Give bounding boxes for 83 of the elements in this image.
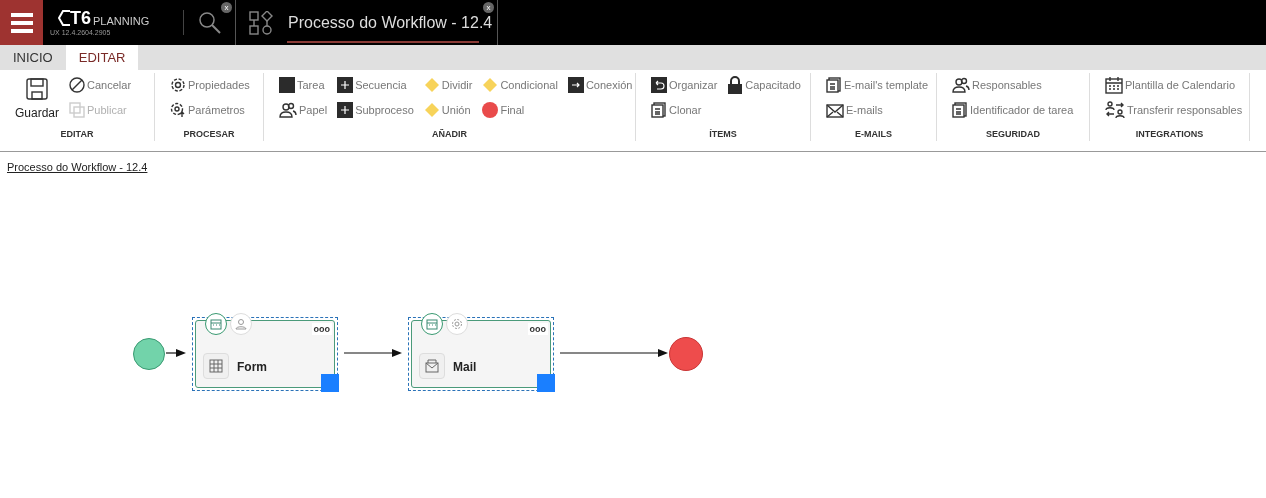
document-icon [952, 102, 968, 118]
save-icon [25, 77, 49, 101]
logo-icon [58, 9, 72, 27]
close-button[interactable]: x [221, 2, 232, 13]
gear-icon [170, 102, 186, 118]
group-label: ÍTEMS [708, 127, 738, 141]
breadcrumb-link[interactable]: Processo do Workflow - 12.4 [7, 159, 148, 176]
save-button[interactable]: Guardar [15, 77, 60, 122]
ribbon-button[interactable]: Plantilla de Calendario [1105, 75, 1243, 95]
person-icon [235, 318, 247, 330]
envelope-icon [425, 359, 439, 373]
gear-badge[interactable] [446, 313, 468, 335]
resize-handle[interactable] [537, 374, 555, 392]
document-icon [651, 102, 667, 118]
ribbon-button[interactable]: Subproceso [337, 100, 414, 120]
ribbon-button[interactable]: Transferir responsables [1105, 100, 1243, 120]
calendar-icon [1105, 76, 1123, 94]
document-tab[interactable]: Processo do Workflow - 12.4 [288, 10, 493, 35]
gear-icon [170, 77, 186, 93]
ribbon-button[interactable]: Propiedades [170, 75, 250, 95]
plus-icon [337, 102, 354, 118]
ribbon-button[interactable]: Final [482, 100, 558, 120]
ribbon-button[interactable]: Secuencia [337, 75, 414, 95]
document-icon [826, 77, 842, 93]
transfer-icon [1105, 101, 1125, 119]
ribbon-button[interactable]: Condicional [482, 75, 558, 95]
group-label: PROCESAR [182, 127, 236, 141]
group-label: E-MAILS [854, 127, 893, 141]
search-icon [197, 10, 222, 35]
lock-icon [727, 76, 744, 94]
calendar-badge[interactable] [421, 313, 443, 335]
group-label: AÑADIR [431, 127, 468, 141]
ribbon-button[interactable]: E-mails [826, 100, 928, 120]
connector-arrow [344, 348, 402, 358]
resize-handle[interactable] [321, 374, 339, 392]
dot-icon [482, 102, 499, 118]
ribbon-button[interactable]: Tarea [279, 75, 328, 95]
connector-arrow [166, 348, 186, 358]
people-icon [952, 77, 970, 93]
ribbon-button[interactable]: Conexión [567, 75, 633, 95]
ribbon-button[interactable]: Cancelar [69, 75, 132, 95]
group-label: EDITAR [59, 127, 95, 141]
gear-icon [451, 318, 463, 330]
shapes-icon [249, 10, 273, 35]
calendar-icon [426, 318, 438, 330]
ribbon-tab[interactable]: EDITAR [65, 45, 139, 70]
brand-name: PLANNING [93, 15, 150, 27]
end-event [669, 337, 703, 371]
ribbon-button[interactable]: Identificador de tarea [952, 100, 1074, 120]
ribbon-button[interactable]: Capacitado [727, 75, 801, 95]
ribbon-button[interactable]: Dividir [423, 75, 473, 95]
group-label: SEGURIDAD [985, 127, 1041, 141]
ribbon-tab[interactable]: INICIO [0, 45, 66, 70]
ribbon-button[interactable]: Clonar [651, 100, 718, 120]
group-label: INTEGRATIONS [1134, 127, 1205, 141]
people-icon [279, 102, 297, 118]
calendar-icon [210, 318, 222, 330]
publish-icon [69, 102, 86, 118]
ribbon-button[interactable]: E-mail's template [826, 75, 928, 95]
diamond-icon [423, 102, 440, 118]
ribbon-button[interactable]: Responsables [952, 75, 1074, 95]
close-button[interactable]: x [483, 2, 494, 13]
task-label: Form [237, 359, 267, 376]
task-label: Mail [453, 359, 477, 376]
plus-icon [337, 77, 354, 93]
more-button[interactable]: ooo [311, 323, 332, 335]
ribbon-button[interactable]: Parámetros [170, 100, 250, 120]
person-badge[interactable] [230, 313, 252, 335]
more-button[interactable]: ooo [527, 323, 548, 335]
ribbon-button[interactable]: Organizar [651, 75, 718, 95]
square-icon [279, 77, 295, 93]
ribbon-button[interactable]: Unión [423, 100, 473, 120]
logo-mark: T6 [70, 9, 91, 27]
ribbon-button[interactable]: Papel [279, 100, 328, 120]
diamond-icon [482, 77, 499, 93]
envelope-icon [826, 102, 844, 118]
grid-icon [209, 359, 223, 373]
undo-icon [651, 77, 667, 93]
diamond-icon [423, 77, 440, 93]
cancel-icon [69, 77, 86, 93]
start-event [133, 338, 165, 370]
menu-button[interactable] [0, 0, 43, 45]
calendar-badge[interactable] [205, 313, 227, 335]
